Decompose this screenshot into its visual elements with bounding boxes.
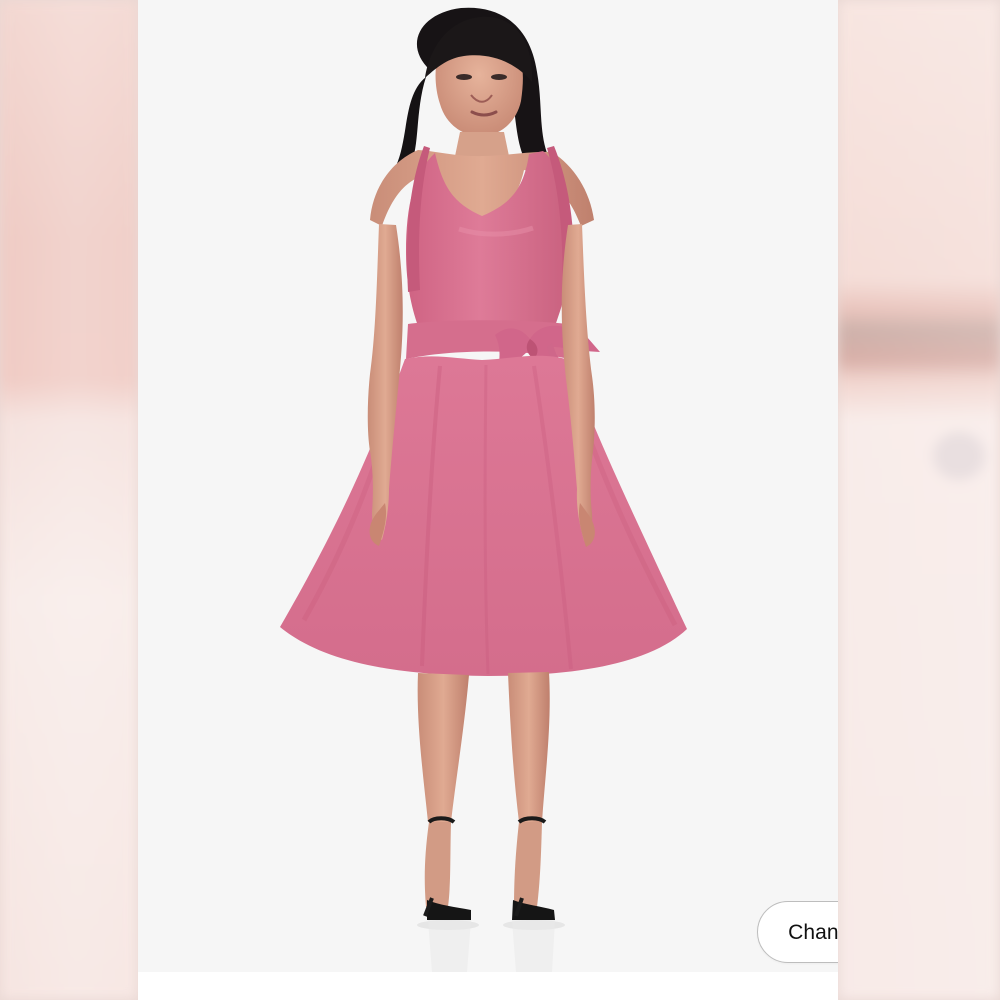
product-preview-panel: Change model (138, 0, 838, 972)
product-try-on-screen: Change model (0, 0, 1000, 1000)
blurred-right-background (838, 0, 1000, 1000)
change-model-button[interactable]: Change model (757, 901, 838, 963)
bottom-content-edge (138, 972, 838, 1000)
model-dress-image (138, 0, 838, 972)
blurred-left-background (0, 0, 138, 1000)
